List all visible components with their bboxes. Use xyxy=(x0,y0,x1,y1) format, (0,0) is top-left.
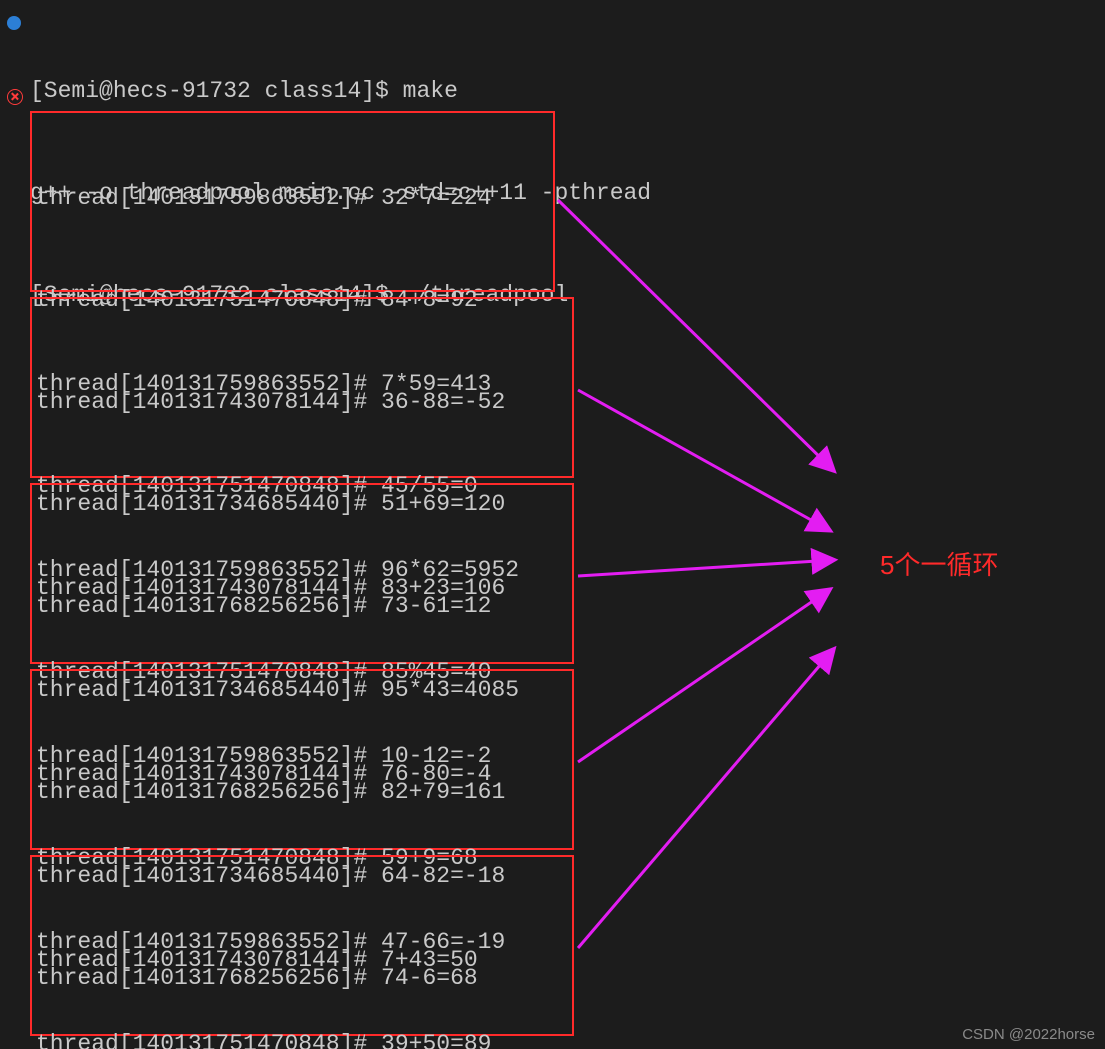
thread-output-line: thread[140131759863552]# 47-66=-19 xyxy=(36,925,568,959)
output-group-4: thread[140131759863552]# 10-12=-2 thread… xyxy=(30,669,574,850)
thread-output-line: thread[140131759863552]# 10-12=-2 xyxy=(36,739,568,773)
output-group-2: thread[140131759863552]# 7*59=413 thread… xyxy=(30,297,574,478)
thread-output-line: thread[140131759863552]# 32*7=224 xyxy=(36,181,549,215)
watermark-text: CSDN @2022horse xyxy=(962,1026,1095,1043)
prompt-line-1: [Semi@hecs-91732 class14]$ make xyxy=(30,74,651,108)
breakpoint-dot-icon xyxy=(7,16,21,30)
annotation-label: 5个一循环 xyxy=(880,545,998,582)
error-circle-icon xyxy=(7,89,23,105)
terminal-screenshot: { "gutter": { "dot_color": "#2c7fd6", "e… xyxy=(0,0,1105,1049)
thread-output-line: thread[140131759863552]# 96*62=5952 xyxy=(36,553,568,587)
thread-output-line: thread[140131759863552]# 7*59=413 xyxy=(36,367,568,401)
editor-gutter xyxy=(0,0,28,1049)
thread-output-line: thread[140131751470848]# 39+50=89 xyxy=(36,1027,568,1049)
output-group-1: thread[140131759863552]# 32*7=224 thread… xyxy=(30,111,555,292)
output-group-3: thread[140131759863552]# 96*62=5952 thre… xyxy=(30,483,574,664)
output-group-5: thread[140131759863552]# 47-66=-19 threa… xyxy=(30,855,574,1036)
